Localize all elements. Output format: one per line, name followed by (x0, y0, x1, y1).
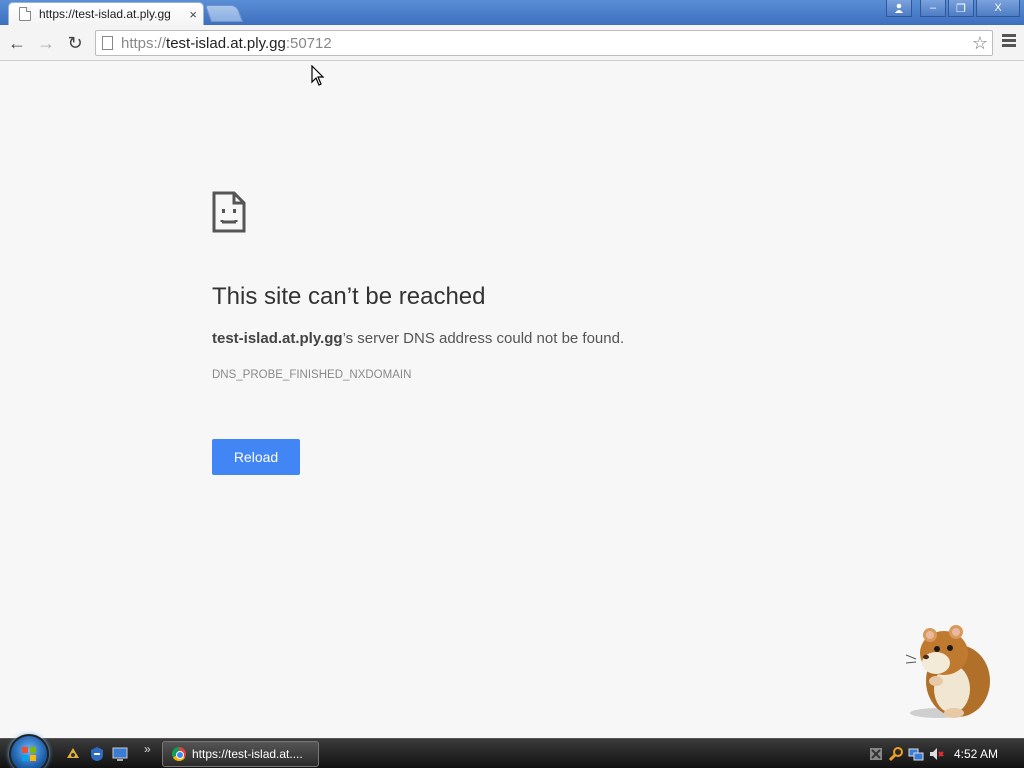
window-controls: – ❐ X (886, 0, 1020, 17)
address-bar[interactable]: https://test-islad.at.ply.gg:50712 ☆ (95, 30, 993, 56)
quick-launch-icon-3[interactable] (112, 746, 128, 762)
url-port: :50712 (285, 34, 332, 52)
url-text[interactable]: https://test-islad.at.ply.gg:50712 (121, 35, 332, 52)
chrome-icon (172, 747, 186, 761)
hamster-mascot-icon (906, 625, 990, 718)
windows-flag-icon (22, 747, 36, 761)
taskbar: » https://test-islad.at.... 4:52 AM (0, 734, 1024, 768)
error-description: test-islad.at.ply.gg’s server DNS addres… (212, 330, 624, 347)
tray-app-icon[interactable] (868, 746, 884, 762)
network-icon[interactable] (908, 746, 924, 762)
bookmark-star-icon[interactable]: ☆ (972, 33, 988, 54)
restore-button[interactable]: ❐ (948, 0, 974, 17)
minimize-button[interactable]: – (920, 0, 946, 17)
taskbar-window-label: https://test-islad.at.... (192, 747, 303, 761)
menu-icon[interactable] (1002, 34, 1016, 49)
page-icon (19, 7, 31, 21)
system-tray: 4:52 AM (868, 741, 1024, 767)
volume-muted-icon[interactable] (928, 746, 944, 762)
quick-launch-more-icon[interactable]: » (144, 742, 151, 756)
user-icon[interactable] (886, 0, 912, 17)
forward-icon[interactable]: → (35, 32, 57, 54)
tab-close-icon[interactable]: × (189, 7, 197, 22)
taskbar-window-chrome[interactable]: https://test-islad.at.... (162, 741, 319, 767)
error-host: test-islad.at.ply.gg (212, 330, 343, 347)
tab-title: https://test-islad.at.ply.gg (39, 7, 171, 21)
browser-tab[interactable]: https://test-islad.at.ply.gg × (8, 2, 204, 25)
quick-launch-icon-2[interactable] (89, 746, 105, 762)
back-icon[interactable]: ← (6, 32, 28, 54)
mouse-cursor-icon (311, 65, 325, 86)
reload-button[interactable]: Reload (212, 439, 300, 475)
quick-launch-icon-1[interactable] (65, 746, 81, 762)
new-tab-button[interactable] (204, 5, 244, 22)
title-bar: https://test-islad.at.ply.gg × – ❐ X (0, 0, 1024, 25)
error-message: ’s server DNS address could not be found… (342, 330, 625, 347)
windows-start-orb[interactable] (9, 734, 49, 768)
error-heading: This site can’t be reached (212, 283, 486, 310)
reload-icon[interactable]: ↻ (64, 32, 86, 54)
close-window-button[interactable]: X (976, 0, 1020, 17)
error-page: This site can’t be reached test-islad.at… (0, 61, 1024, 738)
error-code: DNS_PROBE_FINISHED_NXDOMAIN (212, 369, 412, 381)
clock[interactable]: 4:52 AM (954, 747, 998, 761)
sad-page-icon (212, 191, 246, 233)
browser-toolbar: ← → ↻ https://test-islad.at.ply.gg:50712… (0, 25, 1024, 61)
page-info-icon[interactable] (102, 36, 113, 50)
search-icon[interactable] (888, 746, 904, 762)
url-scheme: https:// (121, 34, 167, 52)
url-host: test-islad.at.ply.gg (166, 34, 286, 52)
